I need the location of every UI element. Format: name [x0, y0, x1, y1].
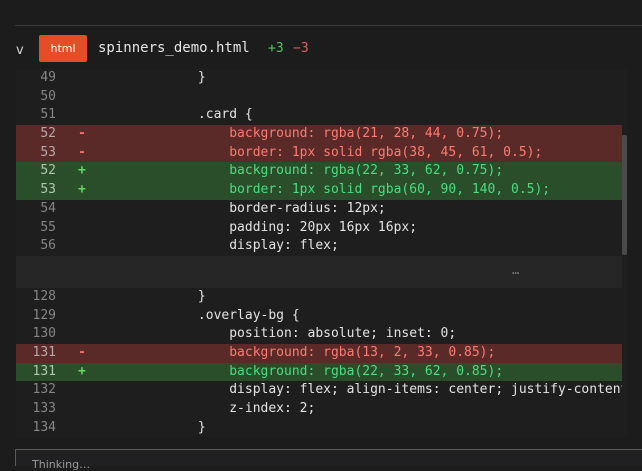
scrollbar-thumb[interactable] — [622, 135, 627, 255]
diff-hunk-1: 49 } 50 51 .card {52- background: rgba(21,… — [16, 69, 627, 256]
diff-line-ctx: 130 position: absolute; inset: 0; — [16, 325, 627, 344]
diff-line-del: 131 - background: rgba(13, 2, 33, 0.85); — [16, 343, 627, 363]
diff-view: 49 } 50 51 .card {52- background: rgba(21,… — [16, 69, 627, 437]
diff-line-ctx: 128 } — [16, 288, 627, 307]
code-text: display: flex; align-items: center; just… — [104, 382, 627, 398]
code-text: background: rgba(22, 33, 62, 0.85); — [104, 363, 504, 379]
diff-line-ctx: 55 padding: 20px 16px 16px; — [16, 219, 627, 238]
code-text: background: rgba(21, 28, 44, 0.75); — [104, 126, 504, 142]
line-number: 55 — [40, 219, 56, 235]
deletions-count: −3 — [293, 41, 309, 56]
diff-line-ctx: 50 — [16, 88, 627, 107]
code-text: .card { — [104, 107, 253, 123]
diff-marker: - — [78, 126, 86, 142]
diff-line-ctx: 56 display: flex; — [16, 237, 627, 256]
diff-line-add: 52 + background: rgba(22, 33, 62, 0.75); — [16, 162, 627, 182]
line-number: 56 — [40, 238, 56, 254]
thinking-panel: Thinking… — [15, 449, 642, 471]
diff-line-ctx: 51 .card { — [16, 106, 627, 125]
line-number: 129 — [32, 307, 56, 323]
diff-marker: + — [78, 363, 86, 379]
code-text: background: rgba(22, 33, 62, 0.75); — [104, 163, 504, 179]
line-number: 134 — [32, 419, 56, 435]
line-number: 133 — [32, 401, 56, 416]
line-number: 53 — [40, 182, 56, 198]
code-text: background: rgba(13, 2, 33, 0.85); — [104, 344, 496, 360]
collapse-chevron-icon[interactable]: v — [16, 43, 24, 58]
code-text: display: flex; — [104, 238, 339, 254]
diff-line-del: 52 - background: rgba(21, 28, 44, 0.75); — [16, 125, 627, 144]
expand-ellipsis-icon[interactable]: … — [512, 263, 519, 277]
diff-line-ctx: 49 } — [16, 69, 627, 88]
diff-line-ctx: 133 z-index: 2; — [16, 400, 627, 419]
code-text: z-index: 2; — [104, 401, 316, 416]
code-text: position: absolute; inset: 0; — [104, 326, 457, 342]
diff-hunk-2: 128 } 129 .overlay-bg {130 position: abso… — [16, 288, 627, 437]
code-text: border-radius: 12px; — [104, 200, 386, 216]
line-number: 54 — [40, 200, 56, 216]
code-text: padding: 20px 16px 16px; — [104, 219, 418, 235]
code-text: border: 1px solid rgba(38, 45, 61, 0.5); — [104, 144, 543, 160]
line-number: 131 — [32, 363, 56, 379]
line-number: 49 — [40, 70, 56, 85]
line-number: 128 — [32, 288, 56, 304]
line-number: 52 — [40, 126, 56, 142]
additions-count: +3 — [268, 41, 284, 56]
diff-line-add: 131 + background: rgba(22, 33, 62, 0.85); — [16, 362, 627, 382]
code-text: } — [104, 288, 206, 304]
collapsed-lines-expander[interactable]: … — [16, 255, 627, 288]
line-number: 52 — [40, 163, 56, 179]
diff-marker: - — [78, 144, 86, 160]
diff-marker: + — [78, 182, 86, 198]
diff-line-ctx: 129 .overlay-bg { — [16, 307, 627, 326]
code-text: .overlay-bg { — [104, 307, 300, 323]
line-number: 131 — [32, 344, 56, 360]
diff-line-del: 53 - border: 1px solid rgba(38, 45, 61, 0… — [16, 143, 627, 163]
diff-line-ctx: 134 } — [16, 419, 627, 437]
diff-line-ctx: 132 display: flex; align-items: center; … — [16, 381, 627, 400]
diff-line-add: 53 + border: 1px solid rgba(60, 90, 140, … — [16, 181, 627, 200]
line-number: 51 — [40, 107, 56, 123]
code-text: } — [104, 70, 206, 85]
diff-marker: - — [78, 344, 86, 360]
line-number: 130 — [32, 326, 56, 342]
diff-line-ctx: 54 border-radius: 12px; — [16, 200, 627, 219]
file-name[interactable]: spinners_demo.html — [98, 40, 250, 56]
code-text: } — [104, 419, 206, 435]
line-number: 132 — [32, 382, 56, 398]
line-number: 53 — [40, 144, 56, 160]
code-text: border: 1px solid rgba(60, 90, 140, 0.5)… — [104, 182, 551, 198]
line-number: 50 — [40, 88, 56, 104]
diff-marker: + — [78, 163, 86, 179]
file-type-badge: html — [39, 35, 87, 62]
file-diff-header[interactable]: v html spinners_demo.html +3 −3 — [0, 26, 642, 70]
